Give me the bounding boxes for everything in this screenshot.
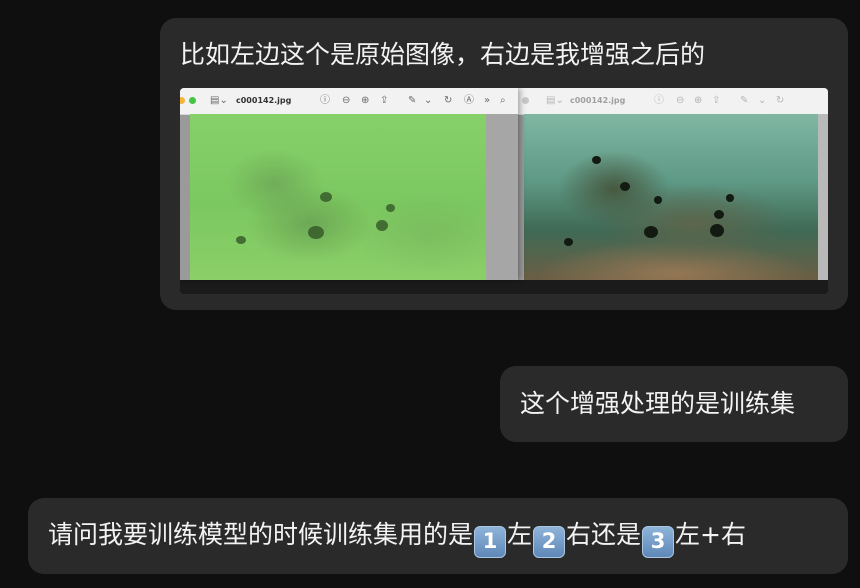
markup-icon[interactable]: ✎: [408, 93, 416, 109]
rotate-icon[interactable]: ↻: [776, 93, 784, 109]
markup-icon[interactable]: ✎: [740, 93, 748, 109]
preview-window-original: ▤⌄ c000142.jpg ⓘ ⊖ ⊕ ⇪ ✎ ⌄ ↻ Ⓐ » ⌕: [180, 88, 518, 280]
window-dot-icon[interactable]: [522, 97, 529, 104]
sidebar-toggle-icon[interactable]: ▤⌄: [210, 93, 228, 109]
message-bubble-3: 请问我要训练模型的时候训练集用的是 1 左 2 右还是 3 左+右: [28, 498, 848, 574]
zoom-in-icon[interactable]: ⊕: [694, 93, 702, 109]
preview-window-enhanced: ▤⌄ c000142.jpg ⓘ ⊖ ⊕ ⇪ ✎ ⌄ ↻: [518, 88, 828, 280]
option-both-text: 左+右: [675, 520, 746, 549]
preview-toolbar: ▤⌄ c000142.jpg ⓘ ⊖ ⊕ ⇪ ✎ ⌄ ↻: [518, 88, 828, 115]
message-text-2: 这个增强处理的是训练集: [520, 389, 796, 418]
scroll-area[interactable]: [818, 114, 828, 280]
original-image: [190, 114, 486, 280]
option-left-text: 左: [507, 520, 533, 549]
enhanced-image: [524, 114, 818, 280]
option-right-text: 右还是: [566, 520, 642, 549]
attached-screenshot[interactable]: ▤⌄ c000142.jpg ⓘ ⊖ ⊕ ⇪ ✎ ⌄ ↻ Ⓐ » ⌕ ▤⌄ c0…: [180, 88, 828, 294]
more-icon[interactable]: »: [484, 93, 490, 109]
keycap-2-icon: 2: [533, 526, 566, 558]
message-bubble-1: 比如左边这个是原始图像，右边是我增强之后的 ▤⌄ c000142.jpg ⓘ ⊖…: [160, 18, 848, 310]
share-icon[interactable]: ⇪: [380, 93, 388, 109]
message-text-1: 比如左边这个是原始图像，右边是我增强之后的: [180, 40, 706, 69]
message-bubble-2: 这个增强处理的是训练集: [500, 366, 848, 442]
annotate-icon[interactable]: Ⓐ: [464, 93, 474, 109]
file-title: c000142.jpg: [570, 96, 626, 105]
search-icon[interactable]: ⌕: [500, 93, 506, 109]
markup-dropdown-icon[interactable]: ⌄: [758, 93, 766, 109]
file-title: c000142.jpg: [236, 96, 292, 105]
zoom-out-icon[interactable]: ⊖: [342, 93, 350, 109]
info-icon[interactable]: ⓘ: [654, 93, 664, 109]
markup-dropdown-icon[interactable]: ⌄: [424, 93, 432, 109]
zoom-out-icon[interactable]: ⊖: [676, 93, 684, 109]
keycap-3-icon: 3: [642, 526, 675, 558]
question-text: 请问我要训练模型的时候训练集用的是: [48, 520, 474, 549]
info-icon[interactable]: ⓘ: [320, 93, 330, 109]
sidebar-toggle-icon[interactable]: ▤⌄: [546, 93, 564, 109]
preview-toolbar: ▤⌄ c000142.jpg ⓘ ⊖ ⊕ ⇪ ✎ ⌄ ↻ Ⓐ » ⌕: [180, 88, 518, 115]
rotate-icon[interactable]: ↻: [444, 93, 452, 109]
zoom-dot-icon[interactable]: [189, 97, 196, 104]
scroll-area[interactable]: [486, 114, 518, 280]
minimize-dot-icon[interactable]: [180, 97, 185, 104]
message-text-3: 请问我要训练模型的时候训练集用的是 1 左 2 右还是 3 左+右: [48, 518, 746, 558]
keycap-1-icon: 1: [474, 526, 507, 558]
share-icon[interactable]: ⇪: [712, 93, 720, 109]
zoom-in-icon[interactable]: ⊕: [361, 93, 369, 109]
